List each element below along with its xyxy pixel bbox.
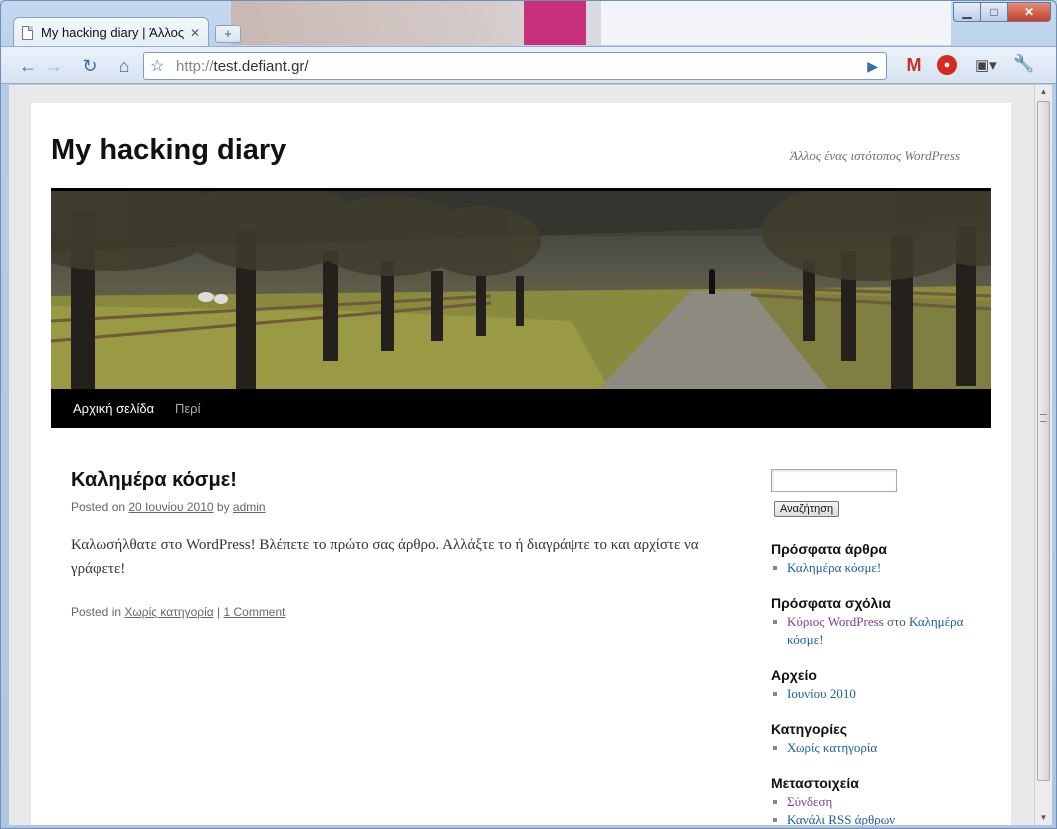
meta-by: by bbox=[213, 500, 233, 514]
scroll-down-icon[interactable]: ▼ bbox=[1037, 813, 1050, 822]
browser-window: My hacking diary | Άλλος... ✕ + ▁ □ ✕ ← … bbox=[0, 0, 1057, 829]
back-arrow-icon[interactable]: ← bbox=[15, 53, 41, 79]
close-window-button[interactable]: ✕ bbox=[1007, 2, 1051, 22]
tab-active[interactable]: My hacking diary | Άλλος... ✕ bbox=[13, 17, 209, 47]
list-item: Καλημέρα κόσμε! bbox=[771, 559, 887, 577]
address-bar[interactable]: ☆ http://test.defiant.gr/ ▶ bbox=[143, 52, 887, 80]
url-scheme: http:// bbox=[176, 58, 214, 75]
scrollbar-thumb[interactable] bbox=[1037, 101, 1050, 781]
maximize-button[interactable]: □ bbox=[980, 2, 1008, 22]
scroll-up-icon[interactable]: ▲ bbox=[1037, 87, 1050, 96]
post-title[interactable]: Καλημέρα κόσμε! bbox=[71, 469, 237, 492]
widget-title: Μεταστοιχεία bbox=[771, 775, 859, 791]
post-meta: Posted on 20 Ιουνίου 2010 by admin bbox=[71, 500, 266, 514]
login-link[interactable]: Σύνδεση bbox=[787, 794, 832, 809]
widget-recent-posts: Πρόσφατα άρθρα Καλημέρα κόσμε! bbox=[771, 541, 887, 577]
page-viewport: My hacking diary Άλλος ένας ιστότοπος Wo… bbox=[9, 85, 1034, 825]
list-item: Σύνδεση bbox=[771, 793, 895, 811]
background-window bbox=[601, 1, 951, 45]
comments-link[interactable]: 1 Comment bbox=[223, 605, 285, 619]
author-link[interactable]: admin bbox=[233, 500, 266, 514]
wrench-icon[interactable]: 🔧 bbox=[1013, 54, 1034, 74]
list-item: Ιουνίου 2010 bbox=[771, 685, 856, 703]
site-title[interactable]: My hacking diary bbox=[51, 134, 286, 167]
header-image-graphic bbox=[51, 191, 991, 389]
post-content: Καλωσήλθατε στο WordPress! Βλέπετε το πρ… bbox=[71, 537, 699, 577]
comment-author-link[interactable]: Κύριος WordPress bbox=[787, 614, 884, 629]
nav-item-about[interactable]: Περί bbox=[175, 401, 200, 416]
title-bar: My hacking diary | Άλλος... ✕ + ▁ □ ✕ bbox=[1, 1, 1056, 47]
go-arrow-icon[interactable]: ▶ bbox=[867, 58, 878, 75]
rss-link[interactable]: Κανάλι RSS άρθρων bbox=[787, 812, 895, 825]
new-tab-button[interactable]: + bbox=[215, 25, 241, 43]
archive-link[interactable]: Ιουνίου 2010 bbox=[787, 686, 856, 701]
meta-label: Posted on bbox=[71, 500, 129, 514]
site-tagline: Άλλος ένας ιστότοπος WordPress bbox=[790, 148, 960, 163]
tab-title: My hacking diary | Άλλος... bbox=[41, 25, 184, 40]
list-item: Κύριος WordPress στο Καλημέρα κόσμε! bbox=[771, 613, 991, 649]
post-footer: Posted in Χωρίς κατηγορία | 1 Comment bbox=[71, 605, 286, 619]
page-menu-icon[interactable]: ▣▾ bbox=[975, 56, 997, 74]
widget-title: Κατηγορίες bbox=[771, 721, 848, 737]
footer-label: Posted in bbox=[71, 605, 125, 619]
header-image bbox=[51, 188, 991, 389]
recent-post-link[interactable]: Καλημέρα κόσμε! bbox=[787, 560, 881, 575]
category-link[interactable]: Χωρίς κατηγορία bbox=[124, 605, 213, 619]
url-host: test.defiant.gr/ bbox=[213, 58, 309, 75]
tab-close-icon[interactable]: ✕ bbox=[190, 26, 200, 40]
main-navigation: Αρχική σελίδα Περί bbox=[51, 389, 991, 428]
widget-recent-comments: Πρόσφατα σχόλια Κύριος WordPress στο Καλ… bbox=[771, 595, 991, 649]
home-icon[interactable]: ⌂ bbox=[111, 53, 137, 79]
reload-icon[interactable]: ↻ bbox=[77, 53, 103, 79]
list-item: Χωρίς κατηγορία bbox=[771, 739, 877, 757]
widget-title: Αρχείο bbox=[771, 667, 817, 683]
widget-archives: Αρχείο Ιουνίου 2010 bbox=[771, 667, 856, 703]
widget-meta: Μεταστοιχεία Σύνδεση Κανάλι RSS άρθρων bbox=[771, 775, 895, 825]
widget-title: Πρόσφατα άρθρα bbox=[771, 541, 887, 557]
widget-categories: Κατηγορίες Χωρίς κατηγορία bbox=[771, 721, 877, 757]
minimize-button[interactable]: ▁ bbox=[953, 2, 981, 22]
page-icon bbox=[22, 25, 33, 40]
list-item: Κανάλι RSS άρθρων bbox=[771, 811, 895, 825]
forward-arrow-icon[interactable]: → bbox=[41, 53, 67, 79]
url-text[interactable]: http://test.defiant.gr/ bbox=[176, 58, 309, 75]
page-container: My hacking diary Άλλος ένας ιστότοπος Wo… bbox=[31, 103, 1011, 825]
gmail-icon[interactable]: M bbox=[903, 56, 925, 74]
scrollbar-grip bbox=[1040, 414, 1047, 422]
search-input[interactable] bbox=[771, 469, 897, 492]
footer-separator: | bbox=[213, 605, 224, 619]
widget-title: Πρόσφατα σχόλια bbox=[771, 595, 891, 611]
vertical-scrollbar[interactable]: ▲ ▼ bbox=[1034, 85, 1052, 825]
search-button[interactable]: Αναζήτηση bbox=[774, 501, 840, 517]
category-list-link[interactable]: Χωρίς κατηγορία bbox=[787, 740, 877, 755]
post-date-link[interactable]: 20 Ιουνίου 2010 bbox=[128, 500, 213, 514]
extension-icon[interactable]: ● bbox=[937, 55, 957, 75]
comment-on-text: στο bbox=[883, 614, 909, 629]
browser-toolbar: ← → ↻ ⌂ ☆ http://test.defiant.gr/ ▶ M ● … bbox=[1, 46, 1056, 84]
nav-item-home[interactable]: Αρχική σελίδα bbox=[73, 401, 154, 416]
background-window bbox=[524, 1, 586, 45]
bookmark-star-icon[interactable]: ☆ bbox=[150, 56, 164, 76]
